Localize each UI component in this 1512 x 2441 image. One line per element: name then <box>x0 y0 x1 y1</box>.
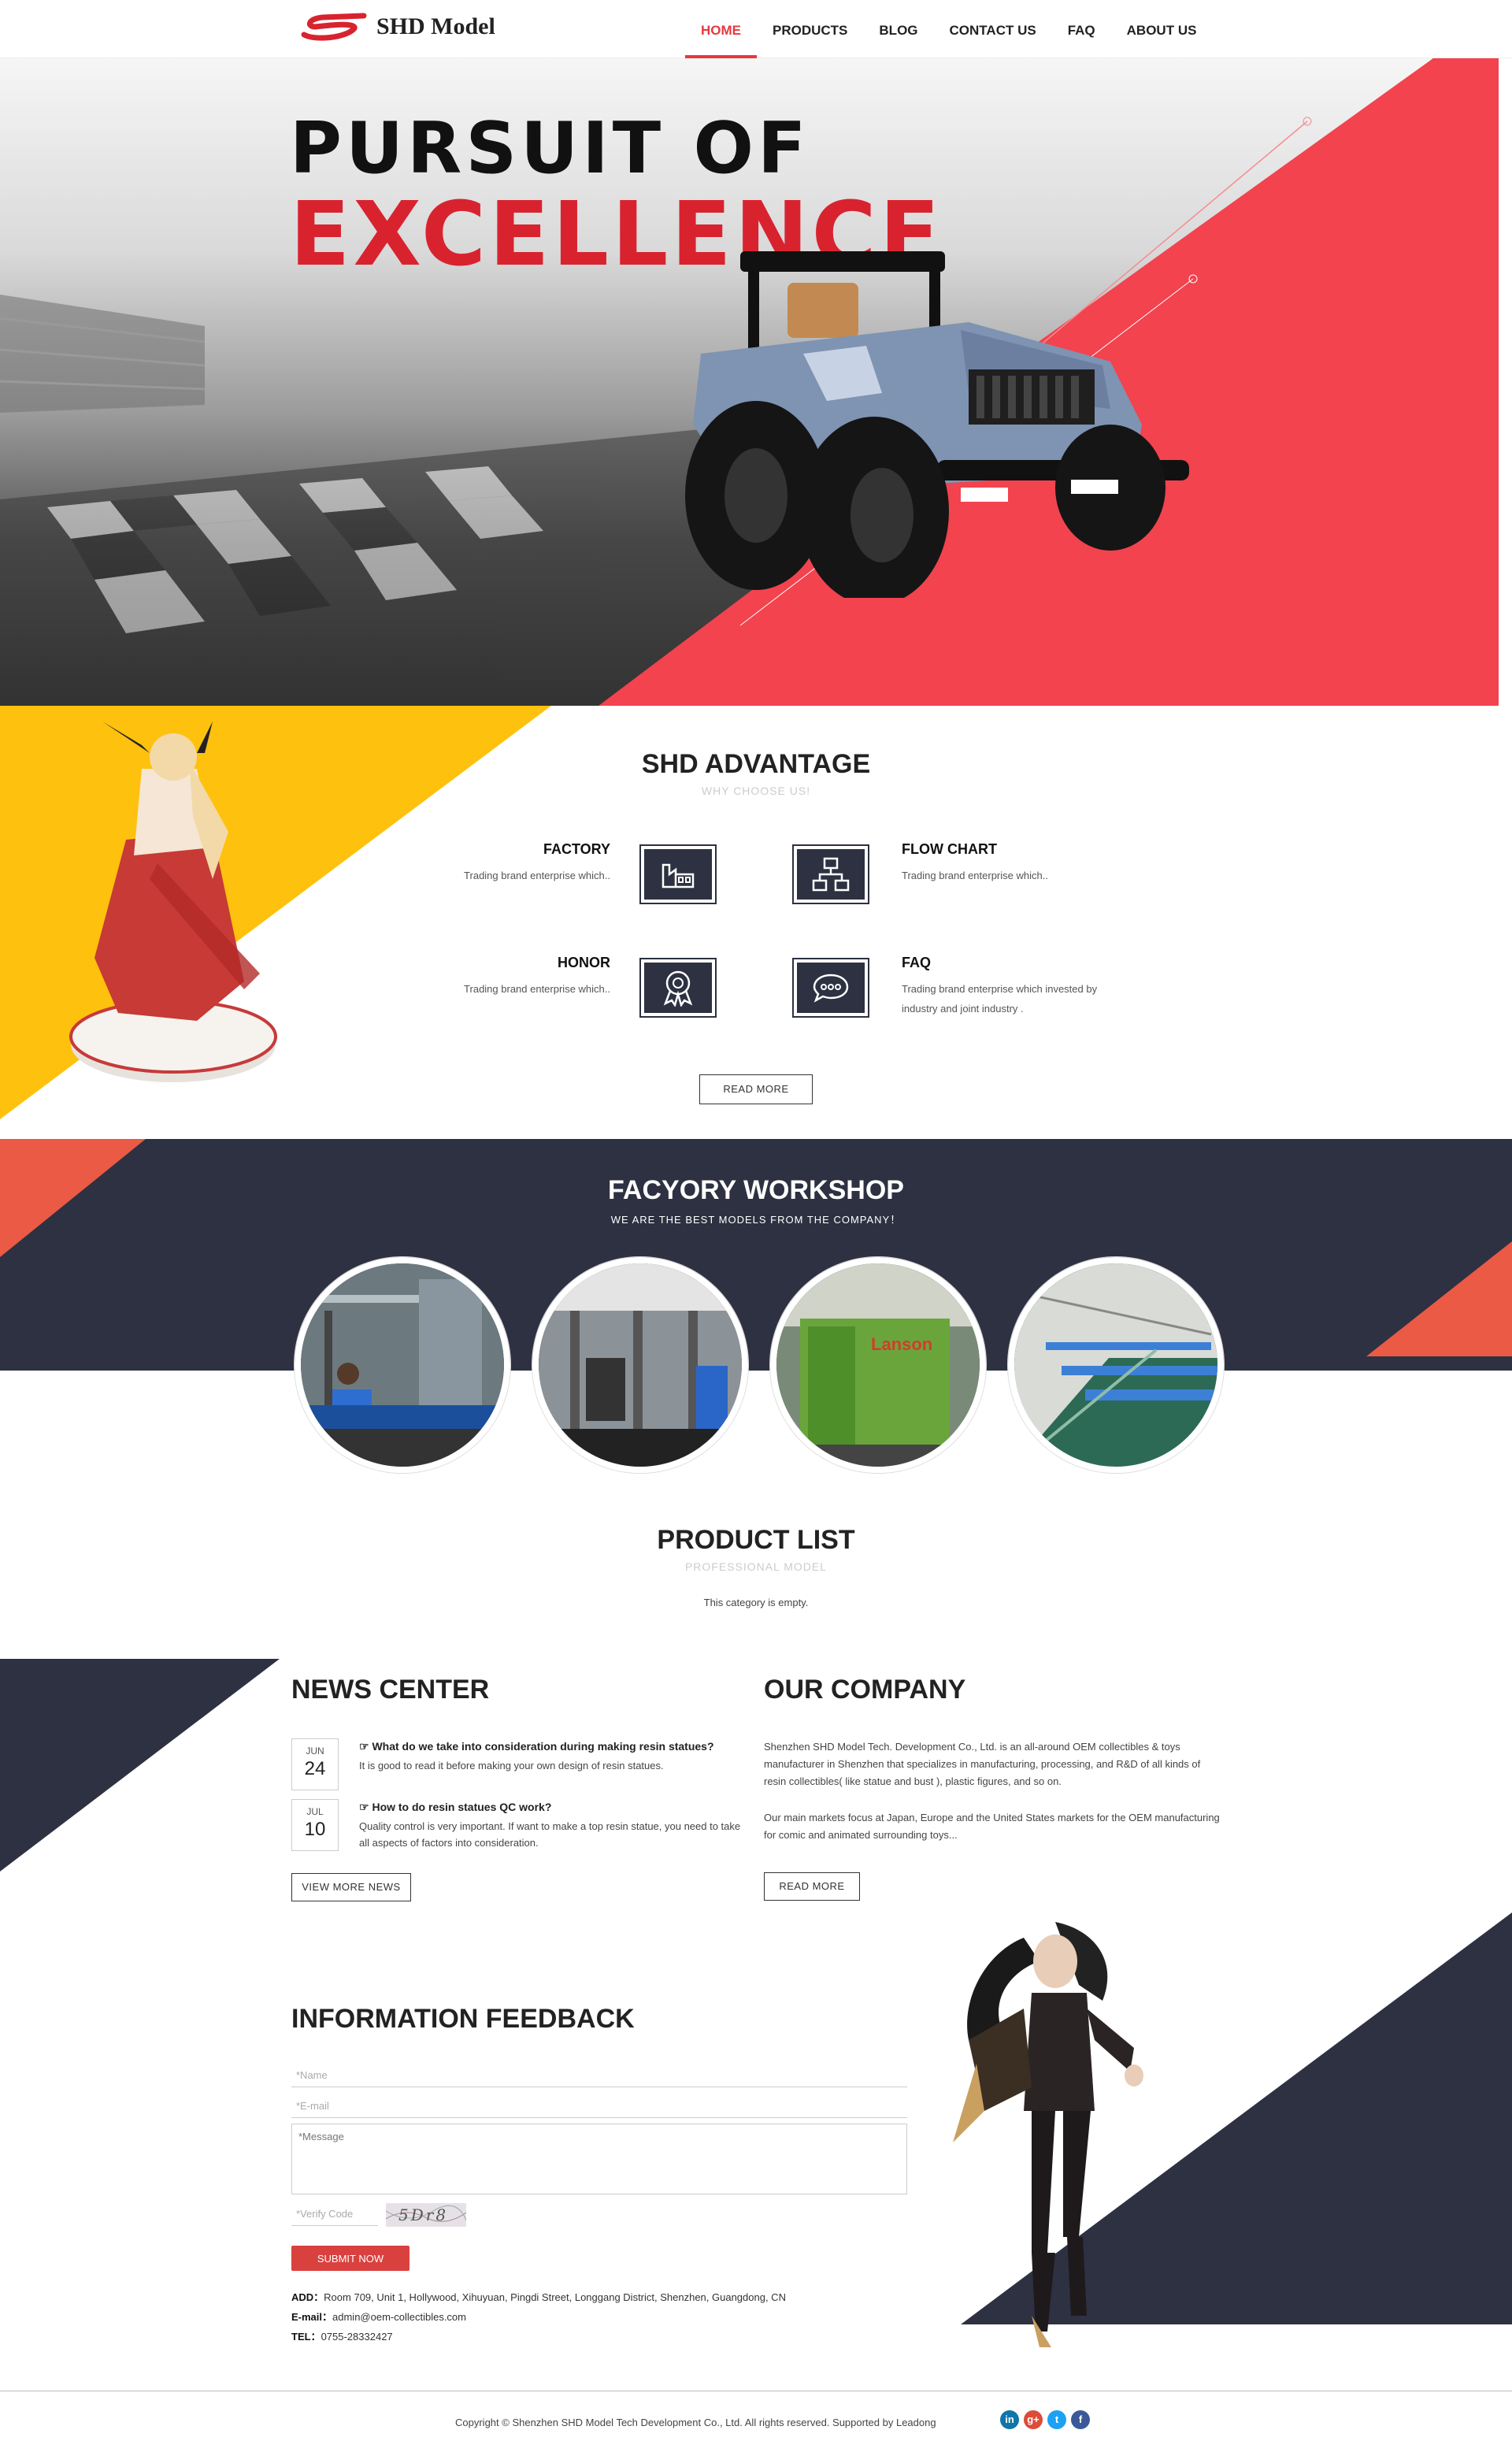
contact-address: ADD：Room 709, Unit 1, Hollywood, Xihuyua… <box>291 2291 786 2303</box>
news-item[interactable]: JUL 10 ☞ How to do resin statues QC work?… <box>291 1799 740 1851</box>
email-link[interactable]: admin@oem-collectibles.com <box>332 2311 466 2323</box>
company-paragraph-1: Shenzhen SHD Model Tech. Development Co.… <box>764 1741 1201 1787</box>
nav-about-us[interactable]: ABOUT US <box>1111 0 1213 58</box>
contact-phone: TEL：0755-28332427 <box>291 2331 393 2343</box>
advantage-section: SHD ADVANTAGE WHY CHOOSE US! FACTORY Tra… <box>0 706 1512 1139</box>
email-input[interactable] <box>291 2094 907 2118</box>
brand-logo[interactable]: SHD Model <box>299 11 495 43</box>
news-item-text: It is good to read it before making your… <box>359 1760 664 1771</box>
copyright-text: Copyright © Shenzhen SHD Model Tech Deve… <box>455 2417 936 2428</box>
news-date: JUL 10 <box>291 1799 339 1851</box>
brand-name: SHD Model <box>376 13 495 39</box>
news-item-title[interactable]: ☞ How to do resin statues QC work? <box>359 1801 551 1814</box>
advantage-item-text: Trading brand enterprise which.. <box>902 870 1048 881</box>
facebook-icon[interactable]: f <box>1071 2410 1090 2429</box>
advantage-item-honor[interactable]: HONOR Trading brand enterprise which.. <box>272 955 610 999</box>
nav-blog[interactable]: BLOG <box>863 0 933 58</box>
site-footer: Copyright © Shenzhen SHD Model Tech Deve… <box>0 2391 1512 2441</box>
site-header: SHD Model HOME PRODUCTS BLOG CONTACT US … <box>0 0 1512 58</box>
workshop-title: FACYORY WORKSHOP <box>608 1175 904 1205</box>
dark-figure-image <box>953 1922 1143 2347</box>
company-paragraph-2: Our main markets focus at Japan, Europe … <box>764 1812 1220 1841</box>
advantage-item-factory[interactable]: FACTORY Trading brand enterprise which.. <box>272 841 610 885</box>
advantage-item-title: HONOR <box>558 955 610 970</box>
advantage-subtitle: WHY CHOOSE US! <box>701 785 811 797</box>
thumbs-up-icon: ☞ <box>359 1801 372 1813</box>
contact-email: E-mail：admin@oem-collectibles.com <box>291 2311 466 2323</box>
lower-background <box>0 1659 1512 2324</box>
advantage-item-title: FAQ <box>902 955 932 970</box>
nav-contact-us[interactable]: CONTACT US <box>934 0 1052 58</box>
verify-code-input[interactable] <box>291 2202 378 2226</box>
linkedin-icon[interactable]: in <box>1000 2410 1019 2429</box>
jeep-toy-image <box>685 251 1189 598</box>
twitter-icon[interactable]: t <box>1047 2410 1066 2429</box>
lanson-label: Lanson <box>871 1334 932 1354</box>
advantage-item-title: FACTORY <box>543 841 610 857</box>
company-title: OUR COMPANY <box>764 1675 966 1705</box>
workshop-photo[interactable] <box>295 1257 510 1473</box>
nav-home[interactable]: HOME <box>685 0 757 58</box>
workshop-subtitle: WE ARE THE BEST MODELS FROM THE COMPANY！ <box>610 1214 902 1226</box>
nav-products[interactable]: PRODUCTS <box>757 0 863 58</box>
workshop-section: FACYORY WORKSHOP WE ARE THE BEST MODELS … <box>0 1139 1512 1473</box>
advantage-title: SHD ADVANTAGE <box>641 749 871 779</box>
captcha-text: 5Dr8 <box>398 2205 449 2224</box>
advantage-item-flow-chart[interactable]: FLOW CHART Trading brand enterprise whic… <box>902 841 1240 885</box>
message-textarea[interactable] <box>291 2124 907 2194</box>
advantage-item-faq[interactable]: FAQ Trading brand enterprise which inves… <box>902 955 1114 1018</box>
advantage-item-text: Trading brand enterprise which.. <box>464 870 610 881</box>
advantage-item-title: FLOW CHART <box>902 841 997 857</box>
main-nav: HOME PRODUCTS BLOG CONTACT US FAQ ABOUT … <box>685 0 1212 58</box>
medal-icon[interactable] <box>639 958 717 1018</box>
news-title: NEWS CENTER <box>291 1675 490 1705</box>
factory-icon[interactable] <box>639 844 717 904</box>
workshop-photo[interactable]: Lanson <box>770 1257 986 1473</box>
captcha-image[interactable]: 5Dr8 <box>386 2203 466 2227</box>
advantage-item-text: Trading brand enterprise which invested … <box>902 983 1098 1015</box>
products-title: PRODUCT LIST <box>657 1525 855 1555</box>
nav-faq[interactable]: FAQ <box>1052 0 1111 58</box>
logo-mark-icon <box>301 13 367 41</box>
flow-chart-icon[interactable] <box>792 844 869 904</box>
company-read-more-button[interactable]: READ MORE <box>764 1872 860 1901</box>
news-item[interactable]: JUN 24 ☞ What do we take into considerati… <box>291 1738 740 1790</box>
products-empty-message: This category is empty. <box>703 1597 809 1608</box>
hero-banner[interactable]: PURSUIT OF EXCELLENCE <box>0 58 1499 706</box>
feedback-title: INFORMATION FEEDBACK <box>291 2004 635 2034</box>
hero-line1: PURSUIT OF <box>290 107 810 190</box>
products-subtitle: PROFESSIONAL MODEL <box>684 1560 828 1573</box>
submit-button[interactable]: SUBMIT NOW <box>291 2246 410 2271</box>
workshop-photo[interactable] <box>1008 1257 1224 1473</box>
google-plus-icon[interactable]: g+ <box>1024 2410 1043 2429</box>
news-item-title[interactable]: ☞ What do we take into consideration dur… <box>359 1740 714 1753</box>
view-more-news-button[interactable]: VIEW MORE NEWS <box>291 1873 411 1901</box>
advantage-read-more-button[interactable]: READ MORE <box>699 1074 813 1104</box>
workshop-photo[interactable] <box>532 1257 748 1473</box>
news-item-text: Quality control is very important. If wa… <box>359 1820 741 1849</box>
chat-bubble-icon[interactable] <box>792 958 869 1018</box>
name-input[interactable] <box>291 2064 907 2087</box>
news-date: JUN 24 <box>291 1738 339 1790</box>
advantage-item-text: Trading brand enterprise which.. <box>464 983 610 995</box>
figurine-image <box>69 722 277 1082</box>
thumbs-up-icon: ☞ <box>359 1740 372 1753</box>
